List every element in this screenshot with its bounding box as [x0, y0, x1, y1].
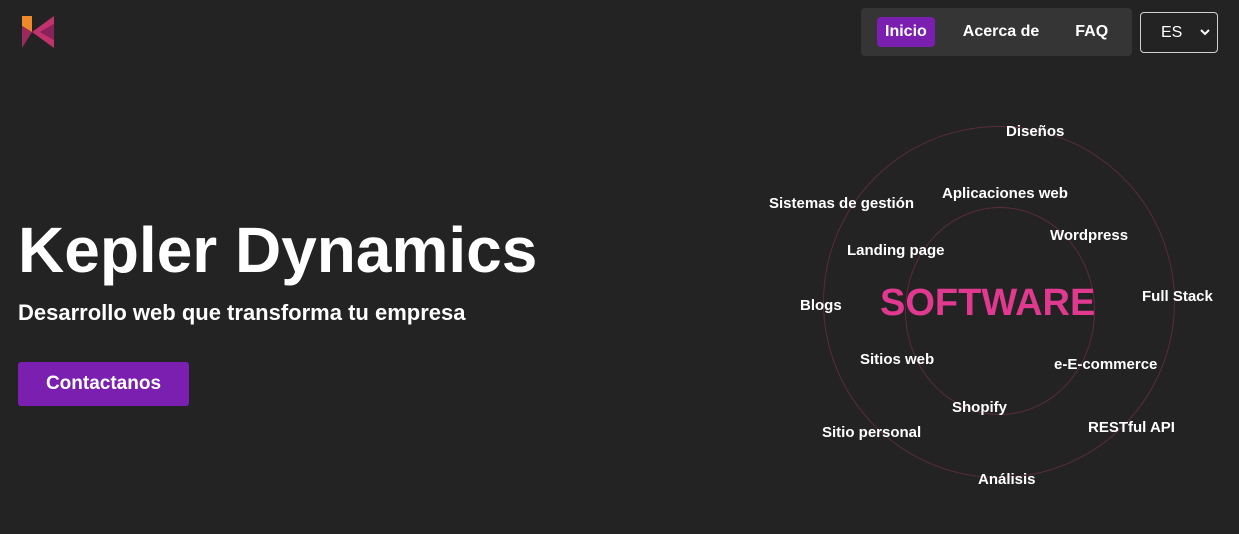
language-select[interactable]: ES — [1140, 12, 1218, 53]
orbit-tag: e-E-commerce — [1054, 356, 1158, 373]
services-orbit: SOFTWARE Diseños Sistemas de gestión Apl… — [750, 110, 1239, 510]
orbit-center-label: SOFTWARE — [880, 282, 1096, 324]
orbit-tag: Diseños — [1006, 123, 1065, 140]
orbit-tag: Shopify — [952, 399, 1007, 416]
nav-item-faq[interactable]: FAQ — [1067, 17, 1116, 47]
orbit-tag: Sitios web — [860, 351, 935, 368]
chevron-down-icon — [1200, 29, 1210, 36]
page: Inicio Acerca de FAQ ES Kepler Dynamics … — [0, 0, 1239, 534]
orbit-tag: Aplicaciones web — [942, 185, 1068, 202]
orbit-tag: Wordpress — [1050, 227, 1129, 244]
language-selected-value: ES — [1161, 23, 1183, 41]
contact-button[interactable]: Contactanos — [18, 362, 189, 406]
orbit-tag: Full Stack — [1142, 288, 1213, 305]
nav-item-inicio[interactable]: Inicio — [877, 17, 935, 47]
hero-subtitle: Desarrollo web que transforma tu empresa — [18, 300, 466, 325]
orbit-tag: RESTful API — [1088, 419, 1175, 436]
orbit-tag: Sitio personal — [822, 424, 922, 441]
orbit-tag: Sistemas de gestión — [769, 195, 915, 212]
orbit-tag: Landing page — [847, 242, 945, 259]
nav-item-acerca-de[interactable]: Acerca de — [955, 17, 1048, 47]
orbit-tag: Blogs — [800, 297, 842, 314]
hero-title: Kepler Dynamics — [18, 214, 538, 286]
orbit-tag: Análisis — [978, 471, 1036, 488]
top-nav: Inicio Acerca de FAQ — [861, 8, 1132, 56]
kepler-logo-icon[interactable] — [20, 14, 56, 50]
